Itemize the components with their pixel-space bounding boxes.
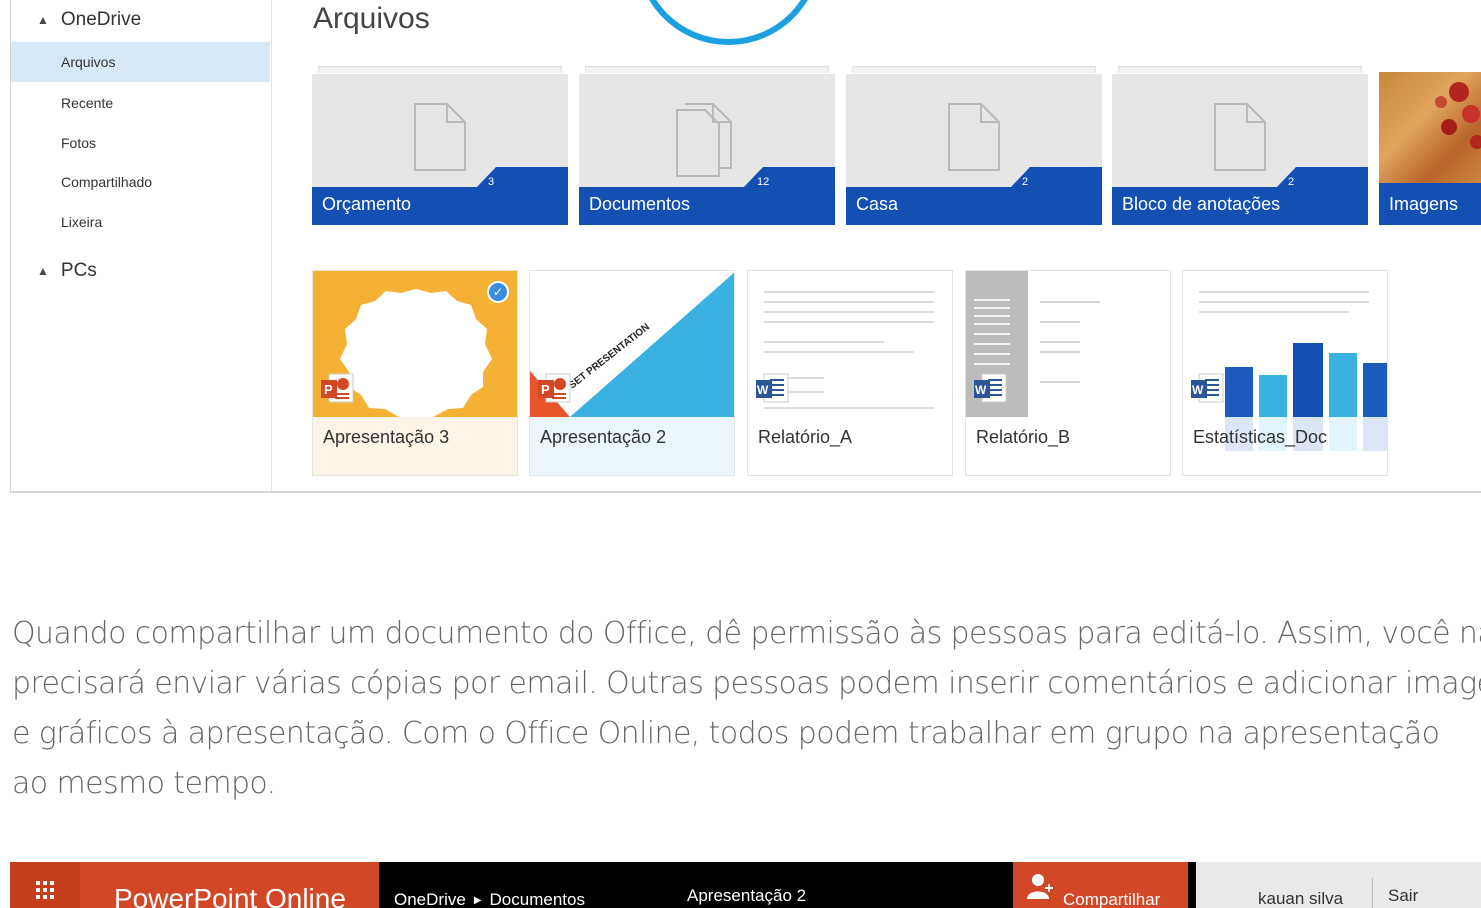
folder-casa[interactable]: 2 Casa bbox=[846, 66, 1102, 225]
description-line: ao mesmo tempo. bbox=[12, 766, 276, 801]
highlight-circle bbox=[636, 0, 821, 45]
app-bar: PowerPoint Online OneDrive ▶ Documentos … bbox=[10, 862, 1481, 908]
sidebar-item-arquivos[interactable]: Arquivos bbox=[11, 42, 270, 82]
file-name: Relatório_B bbox=[976, 427, 1071, 447]
folder-name: Casa bbox=[856, 194, 899, 214]
file-tile-estatisticas-doc[interactable]: W Estatísticas_Doc bbox=[1182, 270, 1388, 476]
user-name[interactable]: kauan silva bbox=[1258, 889, 1343, 908]
breadcrumb-documentos[interactable]: Documentos bbox=[490, 890, 585, 908]
folder-documentos[interactable]: 12 Documentos bbox=[579, 66, 835, 225]
document-icon bbox=[1214, 103, 1266, 171]
file-name: Apresentação 3 bbox=[323, 427, 450, 447]
waffle-icon bbox=[36, 881, 54, 899]
selected-check-icon[interactable]: ✓ bbox=[487, 281, 509, 303]
user-area: kauan silva Sair bbox=[1196, 862, 1481, 908]
share-label: Compartilhar bbox=[1063, 890, 1161, 908]
svg-text:W: W bbox=[975, 383, 987, 397]
sidebar-group-onedrive[interactable]: ▲ OneDrive bbox=[37, 9, 141, 31]
file-tile-relatorio-b[interactable]: W Relatório_B bbox=[965, 270, 1171, 476]
powerpoint-icon: P bbox=[538, 373, 571, 403]
divider bbox=[1372, 878, 1373, 908]
file-tile-apresentacao-3[interactable]: ✓ P Apresentação 3 bbox=[312, 270, 518, 476]
description-text: Quando compartilhar um documento do Offi… bbox=[12, 609, 1481, 809]
sidebar-item-label: Compartilhado bbox=[61, 174, 153, 190]
sidebar-item-label: Recente bbox=[61, 95, 114, 111]
onedrive-panel: ▲ OneDrive Arquivos Recente Fotos Compar… bbox=[10, 0, 1481, 493]
signout-link[interactable]: Sair bbox=[1388, 886, 1418, 906]
sidebar-group-label: PCs bbox=[60, 260, 97, 281]
folder-name: Documentos bbox=[589, 194, 691, 214]
file-tile-apresentacao-2[interactable]: SET PRESENTATION P Apresentação 2 bbox=[529, 270, 735, 476]
folder-name: Bloco de anotações bbox=[1122, 194, 1281, 214]
sidebar-item-label: Lixeira bbox=[61, 214, 103, 230]
document-title[interactable]: Apresentação 2 bbox=[687, 886, 806, 906]
sidebar-item-label: Fotos bbox=[61, 135, 97, 151]
description-line: Quando compartilhar um documento do Offi… bbox=[12, 616, 1481, 651]
chevron-up-icon: ▲ bbox=[37, 264, 49, 278]
word-icon: W bbox=[756, 373, 789, 403]
folder-orcamento[interactable]: 3 Orçamento bbox=[312, 66, 568, 225]
chevron-right-icon: ▶ bbox=[473, 894, 482, 906]
share-button[interactable]: Compartilhar bbox=[1013, 862, 1188, 908]
breadcrumb: OneDrive ▶ Documentos bbox=[394, 890, 585, 908]
sidebar-group-pcs[interactable]: ▲ PCs bbox=[37, 260, 97, 282]
sidebar-item-label: Arquivos bbox=[61, 54, 116, 70]
file-name: Estatísticas_Doc bbox=[1193, 427, 1328, 447]
file-tile-relatorio-a[interactable]: W Relatório_A bbox=[747, 270, 953, 476]
sidebar-group-label: OneDrive bbox=[60, 9, 142, 30]
folder-name: Imagens bbox=[1389, 194, 1459, 214]
folder-imagens[interactable]: Imagens bbox=[1379, 66, 1481, 225]
chevron-up-icon: ▲ bbox=[37, 13, 49, 27]
description-line: precisará enviar várias cópias por email… bbox=[12, 666, 1481, 701]
sidebar: ▲ OneDrive Arquivos Recente Fotos Compar… bbox=[11, 0, 272, 491]
folder-bloco-de-anotacoes[interactable]: 2 Bloco de anotações bbox=[1112, 66, 1368, 225]
flower-photo-thumbnail bbox=[1435, 82, 1481, 149]
sidebar-item-recente[interactable]: Recente bbox=[11, 83, 270, 123]
sidebar-item-compartilhado[interactable]: Compartilhado bbox=[11, 162, 270, 202]
sidebar-item-fotos[interactable]: Fotos bbox=[11, 123, 270, 163]
svg-text:W: W bbox=[757, 383, 769, 397]
sidebar-item-lixeira[interactable]: Lixeira bbox=[11, 202, 270, 242]
page-title: Arquivos bbox=[313, 2, 430, 35]
document-icon bbox=[414, 103, 466, 171]
document-icon bbox=[948, 103, 1000, 171]
breadcrumb-onedrive[interactable]: OneDrive bbox=[394, 890, 466, 908]
app-name[interactable]: PowerPoint Online bbox=[80, 862, 379, 908]
folder-name: Orçamento bbox=[322, 194, 412, 214]
powerpoint-icon: P bbox=[321, 373, 354, 403]
word-icon: W bbox=[1191, 373, 1224, 403]
svg-text:P: P bbox=[541, 382, 550, 397]
app-launcher-button[interactable] bbox=[10, 862, 80, 908]
file-name: Relatório_A bbox=[758, 427, 853, 447]
add-person-icon bbox=[1027, 874, 1053, 899]
svg-text:P: P bbox=[324, 382, 333, 397]
svg-text:W: W bbox=[1192, 383, 1204, 397]
description-line: e gráficos à apresentação. Com o Office … bbox=[12, 716, 1440, 751]
file-name: Apresentação 2 bbox=[540, 427, 667, 447]
word-icon: W bbox=[974, 373, 1007, 403]
